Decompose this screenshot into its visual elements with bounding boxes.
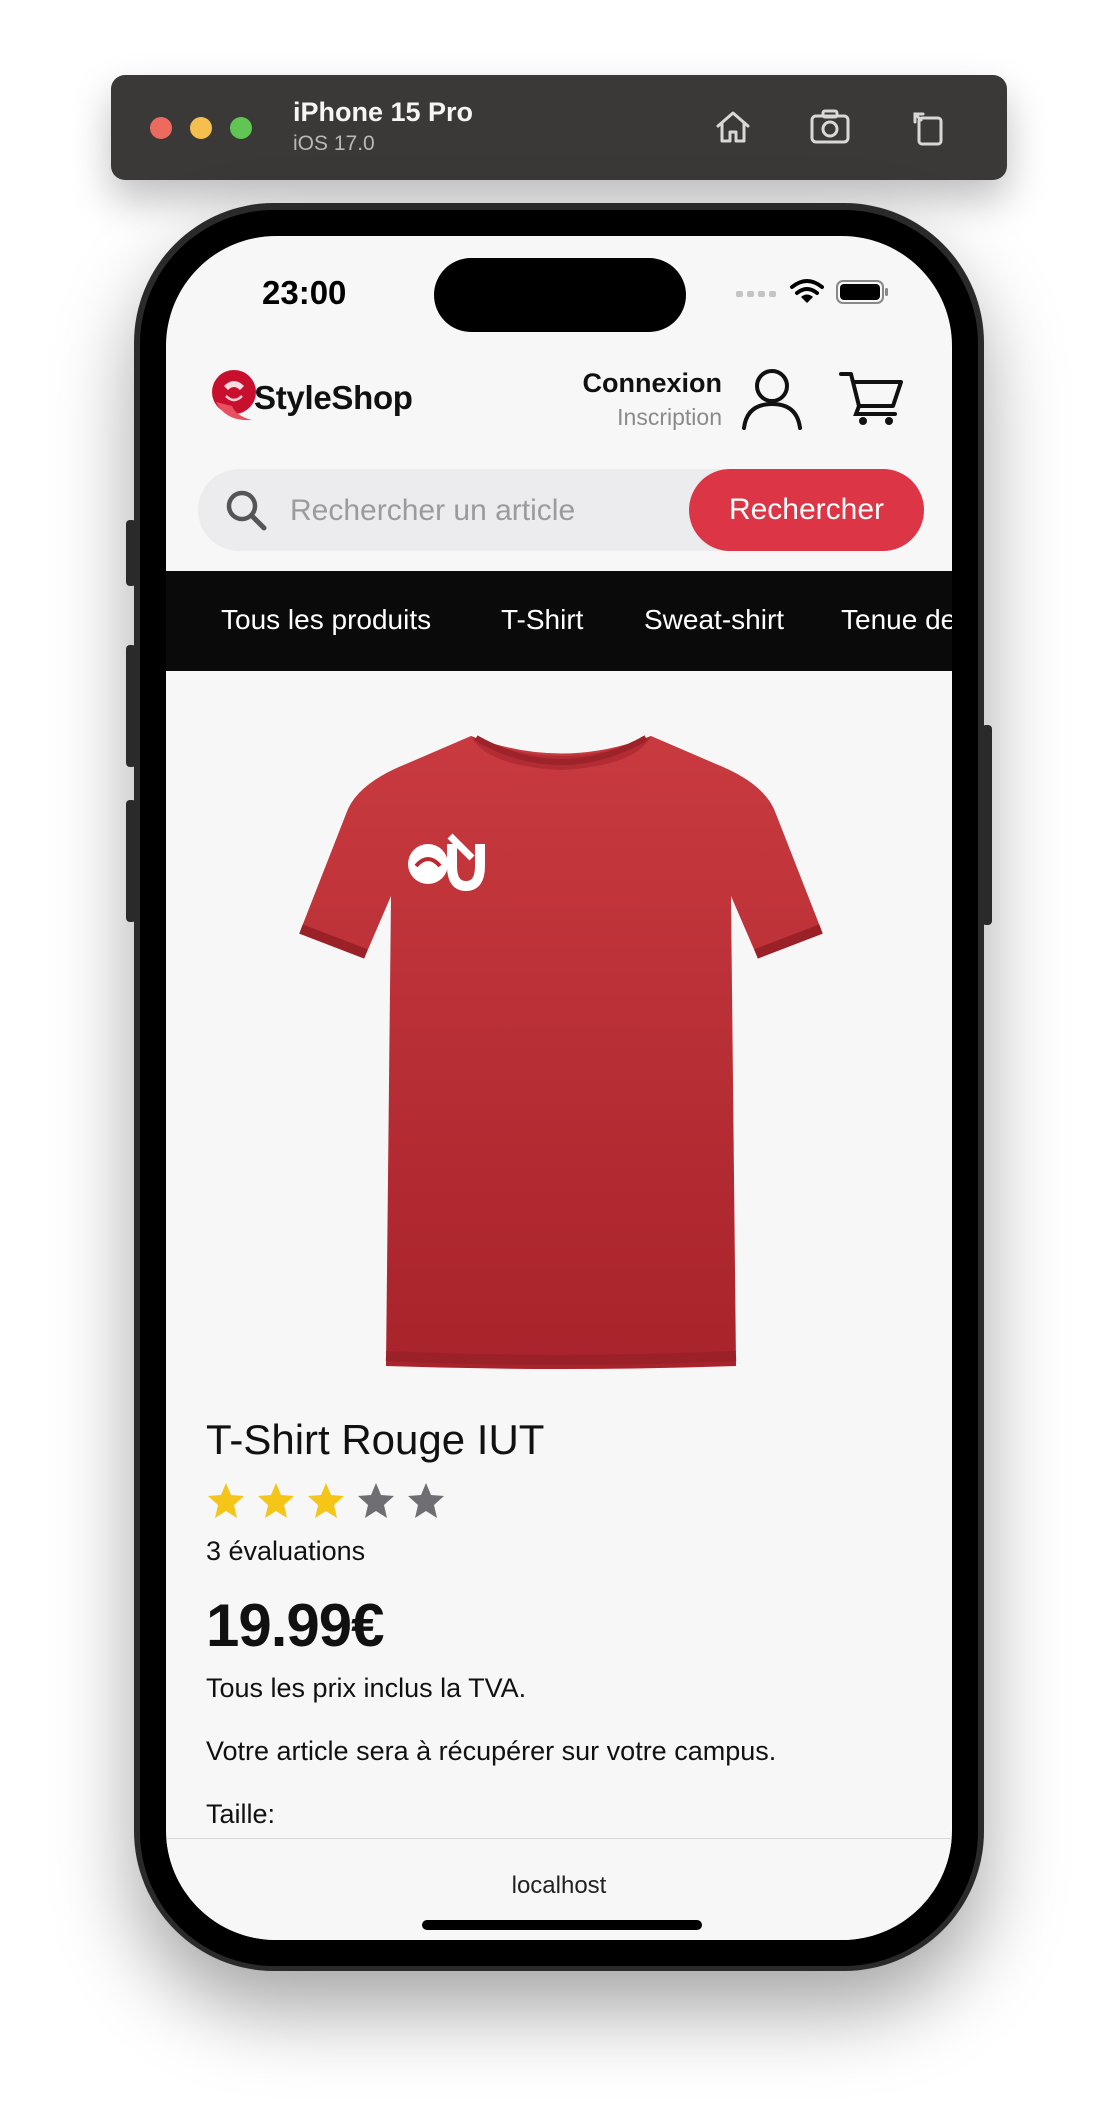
reviews-count[interactable]: 3 évaluations	[206, 1536, 365, 1567]
rotate-icon[interactable]	[905, 104, 951, 150]
product-price: 19.99€	[206, 1592, 385, 1659]
simulator-os-version: iOS 17.0	[293, 132, 375, 155]
star-filled-icon	[308, 1483, 344, 1518]
category-nav[interactable]: Tous les produits T-Shirt Sweat-shirt Te…	[166, 571, 952, 671]
star-empty-icon	[408, 1483, 444, 1518]
star-filled-icon	[258, 1483, 294, 1518]
search-button[interactable]: Rechercher	[689, 469, 924, 551]
category-tshirt[interactable]: T-Shirt	[501, 604, 583, 636]
close-window-button[interactable]	[150, 117, 172, 139]
cellular-icon	[736, 291, 776, 297]
tax-note: Tous les prix inclus la TVA.	[206, 1673, 527, 1703]
phone-screen: 23:00 StyleShop Connexion Inscription Re…	[166, 236, 952, 1940]
volume-down-button	[126, 800, 136, 922]
login-link[interactable]: Connexion	[583, 368, 723, 399]
user-account-icon[interactable]	[739, 364, 805, 430]
home-icon[interactable]	[710, 104, 756, 150]
product-image-red-tshirt	[299, 735, 823, 1369]
wifi-icon	[790, 279, 824, 303]
pickup-note: Votre article sera à récupérer sur votre…	[206, 1736, 777, 1766]
category-sportswear[interactable]: Tenue de s	[841, 604, 952, 636]
rating-stars	[206, 1481, 446, 1521]
status-time: 23:00	[262, 274, 347, 311]
cart-icon[interactable]	[839, 368, 905, 428]
search-icon	[226, 490, 267, 531]
power-button	[982, 725, 992, 925]
product-title: T-Shirt Rouge IUT	[206, 1416, 545, 1463]
size-label: Taille:	[206, 1799, 276, 1829]
battery-icon	[836, 280, 888, 304]
dynamic-island	[434, 258, 686, 332]
screenshot-icon[interactable]	[807, 104, 853, 150]
star-filled-icon	[208, 1483, 244, 1518]
volume-up-button	[126, 645, 136, 767]
search-input[interactable]	[290, 479, 660, 543]
brand-name[interactable]: StyleShop	[254, 379, 413, 417]
home-indicator[interactable]	[422, 1920, 702, 1930]
action-button	[126, 520, 136, 586]
category-all-products[interactable]: Tous les produits	[221, 604, 431, 636]
minimize-window-button[interactable]	[190, 117, 212, 139]
category-sweatshirt[interactable]: Sweat-shirt	[644, 604, 784, 636]
signup-link[interactable]: Inscription	[617, 404, 722, 431]
status-icons	[736, 278, 890, 306]
star-empty-icon	[358, 1483, 394, 1518]
zoom-window-button[interactable]	[230, 117, 252, 139]
simulator-device-name: iPhone 15 Pro	[293, 97, 474, 127]
browser-url[interactable]: localhost	[166, 1872, 952, 1900]
